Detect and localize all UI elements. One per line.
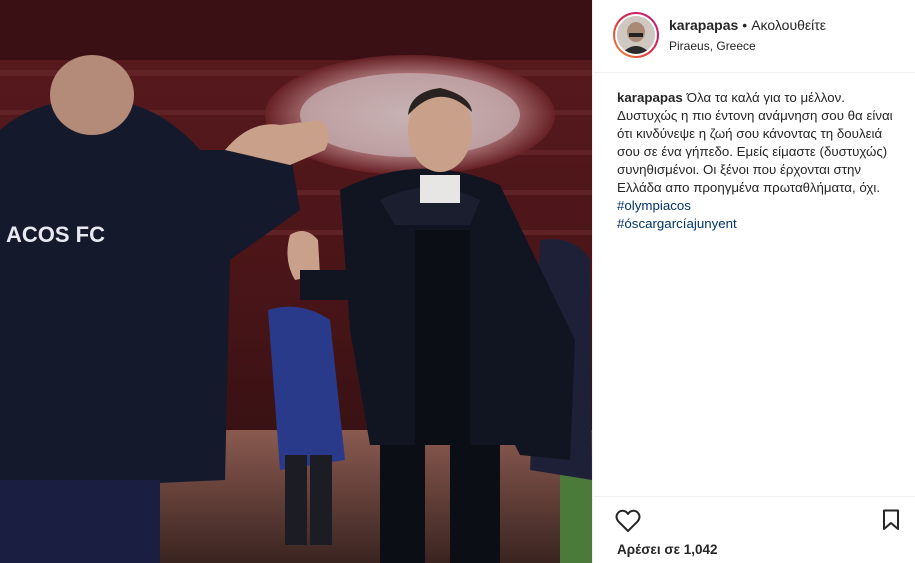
- heart-icon: [615, 509, 641, 532]
- caption-text: Όλα τα καλά για το μέλλον. Δυστυχώς η πι…: [617, 90, 893, 195]
- save-button[interactable]: [882, 509, 900, 531]
- caption-username[interactable]: karapapas: [617, 90, 683, 105]
- bookmark-icon: [883, 509, 899, 530]
- like-button[interactable]: [615, 509, 641, 533]
- location-link[interactable]: Piraeus, Greece: [669, 39, 756, 53]
- post-sidebar: karapapas • Ακολουθείτε Piraeus, Greece ka…: [592, 0, 915, 563]
- avatar[interactable]: [613, 12, 659, 58]
- follow-status[interactable]: Ακολουθείτε: [751, 17, 826, 33]
- post-photo[interactable]: ACOS FC: [0, 0, 592, 563]
- post-header: karapapas • Ακολουθείτε Piraeus, Greece: [593, 0, 915, 73]
- post-actions: Αρέσει σε 1,042: [593, 496, 915, 563]
- likes-count[interactable]: Αρέσει σε 1,042: [617, 542, 718, 557]
- hashtag-oscargarciajunyent[interactable]: #óscargarcíajunyent: [617, 216, 737, 231]
- post-caption: karapapas Όλα τα καλά για το μέλλον. Δυστ…: [617, 89, 897, 233]
- post-photo-image: ACOS FC: [0, 0, 592, 563]
- jacket-text: ACOS FC: [6, 222, 105, 247]
- hashtag-olympiacos[interactable]: #olympiacos: [617, 198, 691, 213]
- separator-dot: •: [742, 17, 748, 33]
- avatar-image: [617, 16, 655, 54]
- header-username[interactable]: karapapas: [669, 17, 738, 33]
- header-username-row: karapapas • Ακολουθείτε: [669, 17, 826, 33]
